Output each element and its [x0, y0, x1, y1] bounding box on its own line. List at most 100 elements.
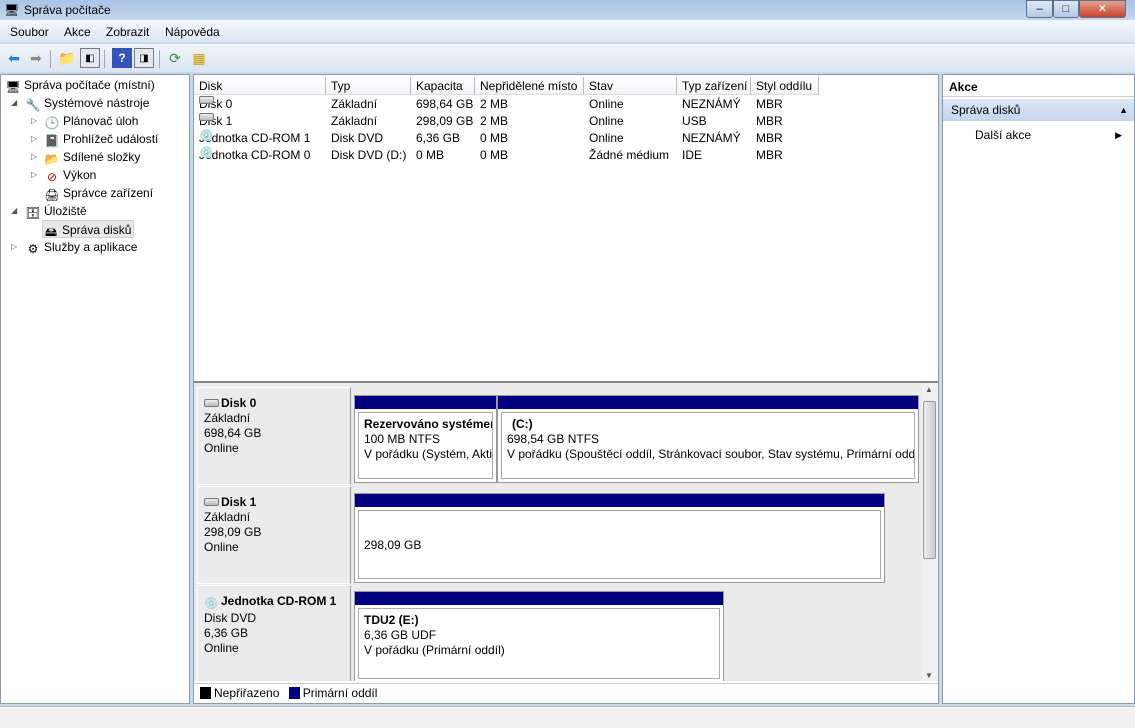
maximize-button[interactable]: □: [1053, 0, 1079, 18]
partition-system-reserved[interactable]: Rezervováno systémem 100 MB NTFS V pořádku…: [354, 395, 497, 483]
actions-section-disk-management[interactable]: Správa disků ▲: [943, 99, 1134, 121]
legend-label: Primární oddíl: [302, 686, 378, 700]
show-hide-action-pane-icon[interactable]: ◨: [134, 48, 154, 68]
volume-list-cell: NEZNÁMÝ: [682, 130, 741, 147]
partition-title: TDU2 (E:): [364, 613, 419, 627]
action-label: Další akce: [975, 128, 1032, 142]
cell-text: MBR: [756, 148, 783, 162]
shared-folder-icon: 📂: [44, 152, 60, 166]
volume-list-header: Disk Typ Kapacita Nepřidělené místo Stav…: [194, 77, 938, 95]
expanded-arrow-icon[interactable]: ◢: [11, 202, 17, 220]
disk-icon: [204, 399, 219, 407]
volume-list-cell: Disk DVD: [331, 130, 383, 147]
collapsed-arrow-icon[interactable]: ▷: [11, 238, 17, 256]
cell-text: Základní: [331, 114, 378, 128]
tree-item-label: Správce zařízení: [63, 186, 154, 200]
show-hide-tree-icon[interactable]: ◧: [80, 48, 100, 68]
toolbar: ⬅ ➡ 📁 ◧ ? ◨ ⟳ ▦: [0, 44, 1135, 72]
volume-list-cell: 0 MB: [480, 130, 508, 147]
tree-item-shared-folders[interactable]: ▷ 📂 Sdílené složky: [31, 148, 141, 166]
volume-list-cell: MBR: [756, 113, 783, 130]
column-disk[interactable]: Disk: [194, 77, 326, 95]
disk-icon: [199, 113, 214, 121]
volume-list-cell: 💿 Jednotka CD-ROM 0: [199, 147, 310, 164]
action-more-actions[interactable]: Další akce ▶: [943, 125, 1134, 145]
properties-icon[interactable]: ▦: [189, 48, 209, 68]
menu-akce[interactable]: Akce: [64, 25, 91, 39]
back-icon[interactable]: ⬅: [4, 48, 24, 68]
collapsed-arrow-icon[interactable]: ▷: [31, 130, 37, 148]
partition-c[interactable]: (C:) 698,54 GB NTFS V pořádku (Spouštěcí o…: [497, 395, 919, 483]
toolbar-separator: [159, 50, 160, 68]
partition-disk-1[interactable]: 298,09 GB: [354, 493, 885, 583]
column-type[interactable]: Typ: [326, 77, 411, 95]
menu-napoveda[interactable]: Nápověda: [165, 25, 220, 39]
volume-list-row[interactable]: 💿 Jednotka CD-ROM 1 Disk DVD 6,36 GB 0 MB Onl…: [194, 130, 938, 147]
tree-item-label: Prohlížeč událostí: [63, 132, 159, 146]
cdrom-1-label[interactable]: 💿 Jednotka CD-ROM 1 Disk DVD 6,36 GB Onli…: [197, 585, 351, 681]
cell-text: Jednotka CD-ROM 0: [199, 148, 311, 162]
device-manager-icon: 🖨: [44, 188, 60, 202]
disk-0-label[interactable]: Disk 0 Základní 698,64 GB Online: [197, 387, 351, 485]
volume-list-cell: 💿 Jednotka CD-ROM 1: [199, 130, 310, 147]
tree-item-label: Služby a aplikace: [44, 240, 138, 254]
menu-soubor[interactable]: Soubor: [10, 25, 49, 39]
minimize-button[interactable]: ‒: [1026, 0, 1053, 18]
tree-item-disk-management[interactable]: 🖴 Správa disků: [42, 220, 135, 239]
tree-item-storage[interactable]: ◢ 🗄 Úložiště: [11, 202, 87, 220]
tree-item-performance[interactable]: ▷ ⊘ Výkon: [31, 166, 96, 184]
column-capacity[interactable]: Kapacita: [411, 77, 475, 95]
tree-item-label: Sdílené složky: [63, 150, 141, 164]
tree-item-device-manager[interactable]: 🖨 Správce zařízení: [44, 184, 153, 202]
partition-e[interactable]: TDU2 (E:) 6,36 GB UDF V pořádku (Primární …: [354, 591, 724, 681]
volume-list-row[interactable]: Disk 1 Základní 298,09 GB 2 MB Online USB MBR: [194, 113, 938, 130]
vertical-scrollbar[interactable]: ▲ ▼: [921, 383, 938, 681]
disk-icon: [204, 498, 219, 506]
volume-list-cell: 2 MB: [480, 96, 508, 113]
actions-header: Akce: [943, 77, 1134, 97]
column-device-type[interactable]: Typ zařízení: [677, 77, 751, 95]
up-folder-icon[interactable]: 📁: [57, 48, 77, 68]
disk-size: 698,64 GB: [204, 426, 262, 440]
submenu-arrow-icon: ▶: [1115, 130, 1122, 140]
app-icon: 🖥: [4, 3, 20, 17]
tree-item-root[interactable]: 🖥 Správa počítače (místní): [5, 76, 154, 94]
forward-icon[interactable]: ➡: [26, 48, 46, 68]
tree-item-system-tools[interactable]: ◢ 🔧 Systémové nástroje: [11, 94, 149, 112]
close-button[interactable]: ✕: [1079, 0, 1126, 18]
expanded-arrow-icon[interactable]: ◢: [11, 94, 17, 112]
volume-list-row[interactable]: 💿 Jednotka CD-ROM 0 Disk DVD (D:) 0 MB 0 MB Ž…: [194, 147, 938, 164]
navigation-tree: 🖥 Správa počítače (místní) ◢ 🔧 Systémové ná…: [0, 74, 190, 704]
tree-item-task-scheduler[interactable]: ▷ 🕒 Plánovač úloh: [31, 112, 138, 130]
menu-zobrazit[interactable]: Zobrazit: [106, 25, 149, 39]
tree-item-label: Správa disků: [62, 223, 132, 237]
tree-item-event-viewer[interactable]: ▷ 📓 Prohlížeč událostí: [31, 130, 159, 148]
primary-partition-bar: [355, 592, 723, 605]
disk-size: 298,09 GB: [204, 525, 262, 539]
refresh-icon[interactable]: ⟳: [165, 48, 185, 68]
scroll-up-icon[interactable]: ▲: [925, 385, 933, 394]
scrollbar-thumb[interactable]: [923, 401, 936, 559]
volume-list-cell: MBR: [756, 96, 783, 113]
menu-bar: Soubor Akce Zobrazit Nápověda: [0, 20, 1135, 42]
help-icon[interactable]: ?: [112, 48, 132, 68]
cell-text: USB: [682, 114, 707, 128]
disk-type: Základní: [204, 510, 251, 524]
collapsed-arrow-icon[interactable]: ▷: [31, 148, 37, 166]
disk-1-label[interactable]: Disk 1 Základní 298,09 GB Online: [197, 486, 351, 584]
collapsed-arrow-icon[interactable]: ▷: [31, 112, 37, 130]
collapsed-arrow-icon[interactable]: ▷: [31, 166, 37, 184]
performance-icon: ⊘: [46, 170, 58, 184]
volume-list-cell: 698,64 GB: [416, 96, 473, 113]
cell-text: NEZNÁMÝ: [682, 131, 741, 145]
column-status[interactable]: Stav: [584, 77, 677, 95]
column-partition-style[interactable]: Styl oddílu: [751, 77, 819, 95]
collapse-up-icon[interactable]: ▲: [1119, 99, 1128, 121]
volume-list-row[interactable]: Disk 0 Základní 698,64 GB 2 MB Online NEZNÁMÝ…: [194, 96, 938, 113]
column-unallocated[interactable]: Nepřidělené místo: [475, 77, 584, 95]
scroll-down-icon[interactable]: ▼: [925, 671, 933, 680]
partition-status: V pořádku (Systém, Aktivní, Primární odd…: [364, 447, 493, 461]
volume-list-cell: Disk 0: [199, 96, 232, 113]
tree-item-services-apps[interactable]: ▷ ⚙ Služby a aplikace: [11, 238, 138, 256]
cell-text: Disk DVD: [331, 131, 384, 145]
